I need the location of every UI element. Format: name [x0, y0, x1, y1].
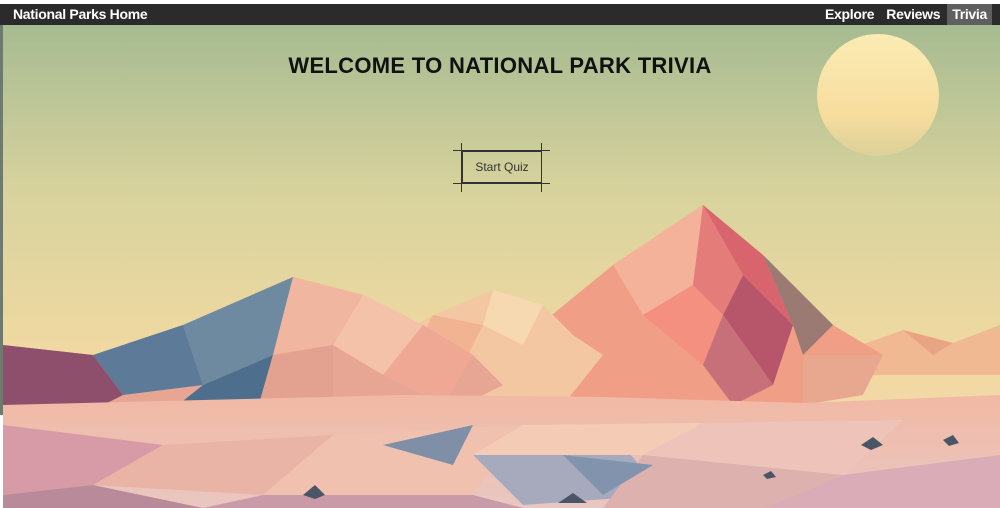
navbar: National Parks Home Explore Reviews Triv…	[0, 4, 1000, 25]
nav-links: Explore Reviews Trivia	[818, 4, 1000, 25]
low-poly-mountain-illustration	[3, 25, 1000, 508]
hero-background	[3, 25, 1000, 508]
nav-reviews-link[interactable]: Reviews	[881, 4, 945, 25]
page-title: WELCOME TO NATIONAL PARK TRIVIA	[288, 53, 712, 78]
home-link[interactable]: National Parks Home	[13, 6, 148, 22]
nav-explore-link[interactable]: Explore	[820, 4, 879, 25]
button-frame-line-bottom	[453, 183, 550, 184]
nav-trivia-link[interactable]: Trivia	[947, 4, 992, 25]
trivia-page: National Parks Home Explore Reviews Triv…	[0, 0, 1000, 508]
start-quiz-button[interactable]: Start Quiz	[462, 151, 542, 183]
button-frame-line-top	[453, 150, 550, 151]
